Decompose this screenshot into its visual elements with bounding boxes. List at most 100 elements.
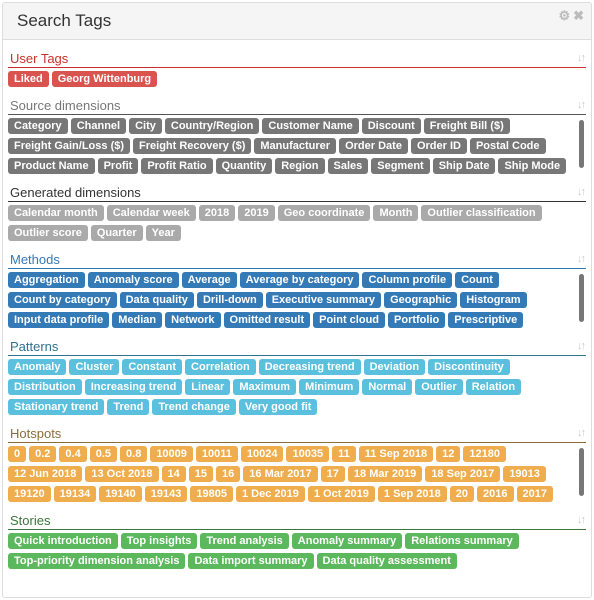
sort-icon[interactable]: ↓↑ bbox=[577, 251, 586, 268]
tag[interactable]: Constant bbox=[122, 359, 183, 375]
tag[interactable]: Quantity bbox=[215, 158, 273, 174]
tag[interactable]: 0.4 bbox=[59, 446, 87, 462]
tag[interactable]: 17 bbox=[320, 466, 345, 482]
tag[interactable]: 0.8 bbox=[120, 446, 148, 462]
sort-icon[interactable]: ↓↑ bbox=[577, 97, 586, 114]
tag[interactable]: 20 bbox=[449, 486, 475, 502]
tag[interactable]: Trend change bbox=[152, 399, 236, 415]
tag[interactable]: Average bbox=[181, 272, 237, 288]
tag[interactable]: Anomaly bbox=[8, 359, 67, 375]
tag[interactable]: 10035 bbox=[286, 446, 330, 462]
tag[interactable]: Portfolio bbox=[388, 312, 446, 328]
tag[interactable]: Region bbox=[275, 158, 325, 174]
tag[interactable]: Liked bbox=[8, 71, 49, 87]
tag[interactable]: Freight Gain/Loss ($) bbox=[8, 138, 131, 154]
tag[interactable]: Stationary trend bbox=[8, 399, 105, 415]
tag[interactable]: Outlier bbox=[415, 379, 463, 395]
sort-icon[interactable]: ↓↑ bbox=[577, 425, 586, 442]
tag[interactable]: Column profile bbox=[362, 272, 453, 288]
section-heading[interactable]: User Tags ↓↑ bbox=[8, 50, 586, 68]
sort-icon[interactable]: ↓↑ bbox=[577, 512, 586, 529]
tag[interactable]: Ship Date bbox=[432, 158, 496, 174]
tag-list[interactable]: Category Channel City Country/Region Custome… bbox=[8, 118, 586, 178]
tag[interactable]: Point cloud bbox=[313, 312, 386, 328]
tag[interactable]: Segment bbox=[371, 158, 430, 174]
tag[interactable]: Network bbox=[165, 312, 221, 328]
tag[interactable]: 1 Dec 2019 bbox=[235, 486, 305, 502]
close-icon[interactable]: ✖ bbox=[573, 8, 584, 23]
tag[interactable]: Manufacturer bbox=[254, 138, 337, 154]
tag[interactable]: Year bbox=[145, 225, 181, 241]
sort-icon[interactable]: ↓↑ bbox=[577, 50, 586, 67]
scrollbar[interactable] bbox=[579, 448, 584, 496]
tag[interactable]: 11 bbox=[332, 446, 356, 462]
tag[interactable]: Data quality bbox=[119, 292, 194, 308]
tag-list[interactable]: Aggregation Anomaly score Average Average b… bbox=[8, 272, 586, 332]
section-heading[interactable]: Patterns ↓↑ bbox=[8, 338, 586, 356]
tag[interactable]: Calendar week bbox=[106, 205, 196, 221]
tag[interactable]: 19134 bbox=[53, 486, 97, 502]
tag[interactable]: Freight Recovery ($) bbox=[133, 138, 252, 154]
tag[interactable]: Cluster bbox=[69, 359, 120, 375]
tag[interactable]: Quarter bbox=[90, 225, 143, 241]
tag[interactable]: 2019 bbox=[238, 205, 275, 221]
tag[interactable]: Anomaly summary bbox=[291, 533, 403, 549]
tag[interactable]: Linear bbox=[185, 379, 231, 395]
tag[interactable]: Correlation bbox=[185, 359, 256, 375]
tag[interactable]: 19143 bbox=[144, 486, 188, 502]
tag[interactable]: 10009 bbox=[150, 446, 193, 462]
section-heading[interactable]: Methods ↓↑ bbox=[8, 251, 586, 269]
tag[interactable]: City bbox=[129, 118, 162, 134]
tag[interactable]: Very good fit bbox=[238, 399, 318, 415]
tag[interactable]: Trend bbox=[107, 399, 150, 415]
tag[interactable]: 0.2 bbox=[29, 446, 57, 462]
tag[interactable]: 2017 bbox=[516, 486, 553, 502]
tag[interactable]: 1 Sep 2018 bbox=[377, 486, 447, 502]
sort-icon[interactable]: ↓↑ bbox=[577, 184, 586, 201]
tag[interactable]: Histogram bbox=[460, 292, 527, 308]
tag[interactable]: Calendar month bbox=[8, 205, 104, 221]
tag[interactable]: 0.5 bbox=[89, 446, 118, 462]
tag[interactable]: 11 Sep 2018 bbox=[358, 446, 434, 462]
tag[interactable]: Category bbox=[8, 118, 68, 134]
tag[interactable]: Order Date bbox=[339, 138, 408, 154]
tag[interactable]: Channel bbox=[70, 118, 127, 134]
tag[interactable]: 1 Oct 2019 bbox=[307, 486, 375, 502]
tag[interactable]: 19140 bbox=[99, 486, 142, 502]
tag[interactable]: 12180 bbox=[463, 446, 506, 462]
section-heading[interactable]: Stories ↓↑ bbox=[8, 512, 586, 530]
tag[interactable]: 19013 bbox=[503, 466, 546, 482]
tag[interactable]: Quick introduction bbox=[8, 533, 118, 549]
tag[interactable]: Maximum bbox=[233, 379, 297, 395]
tag[interactable]: 16 Mar 2017 bbox=[243, 466, 318, 482]
tag[interactable]: Drill-down bbox=[196, 292, 263, 308]
tag[interactable]: Data import summary bbox=[188, 553, 314, 569]
tag[interactable]: Month bbox=[373, 205, 419, 221]
tag[interactable]: Product Name bbox=[8, 158, 95, 174]
tag[interactable]: Country/Region bbox=[164, 118, 260, 134]
tag[interactable]: 0 bbox=[8, 446, 27, 462]
tag[interactable]: Geo coordinate bbox=[277, 205, 371, 221]
tag[interactable]: Input data profile bbox=[8, 312, 110, 328]
tag[interactable]: Anomaly score bbox=[87, 272, 179, 288]
section-heading[interactable]: Generated dimensions ↓↑ bbox=[8, 184, 586, 202]
tag[interactable]: Sales bbox=[327, 158, 369, 174]
tag[interactable]: Top insights bbox=[120, 533, 198, 549]
tag[interactable]: Trend analysis bbox=[200, 533, 289, 549]
tag[interactable]: Discount bbox=[361, 118, 421, 134]
tag[interactable]: Decreasing trend bbox=[258, 359, 361, 375]
tag[interactable]: 12 bbox=[436, 446, 461, 462]
tag[interactable]: Data quality assessment bbox=[316, 553, 457, 569]
tag[interactable]: 18 Sep 2017 bbox=[425, 466, 501, 482]
tag-list[interactable]: 0 0.2 0.4 0.5 0.8 10009 10011 10024 10035 11 11 Se… bbox=[8, 446, 586, 506]
tag[interactable]: Relations summary bbox=[405, 533, 519, 549]
tag[interactable]: 13 Oct 2018 bbox=[85, 466, 159, 482]
section-heading[interactable]: Hotspots ↓↑ bbox=[8, 425, 586, 443]
tag[interactable]: Aggregation bbox=[8, 272, 85, 288]
scrollbar[interactable] bbox=[579, 120, 584, 168]
tag[interactable]: Omitted result bbox=[223, 312, 311, 328]
tag[interactable]: 18 Mar 2019 bbox=[347, 466, 423, 482]
tag[interactable]: 19805 bbox=[190, 486, 233, 502]
tag[interactable]: Average by category bbox=[239, 272, 360, 288]
sort-icon[interactable]: ↓↑ bbox=[577, 338, 586, 355]
